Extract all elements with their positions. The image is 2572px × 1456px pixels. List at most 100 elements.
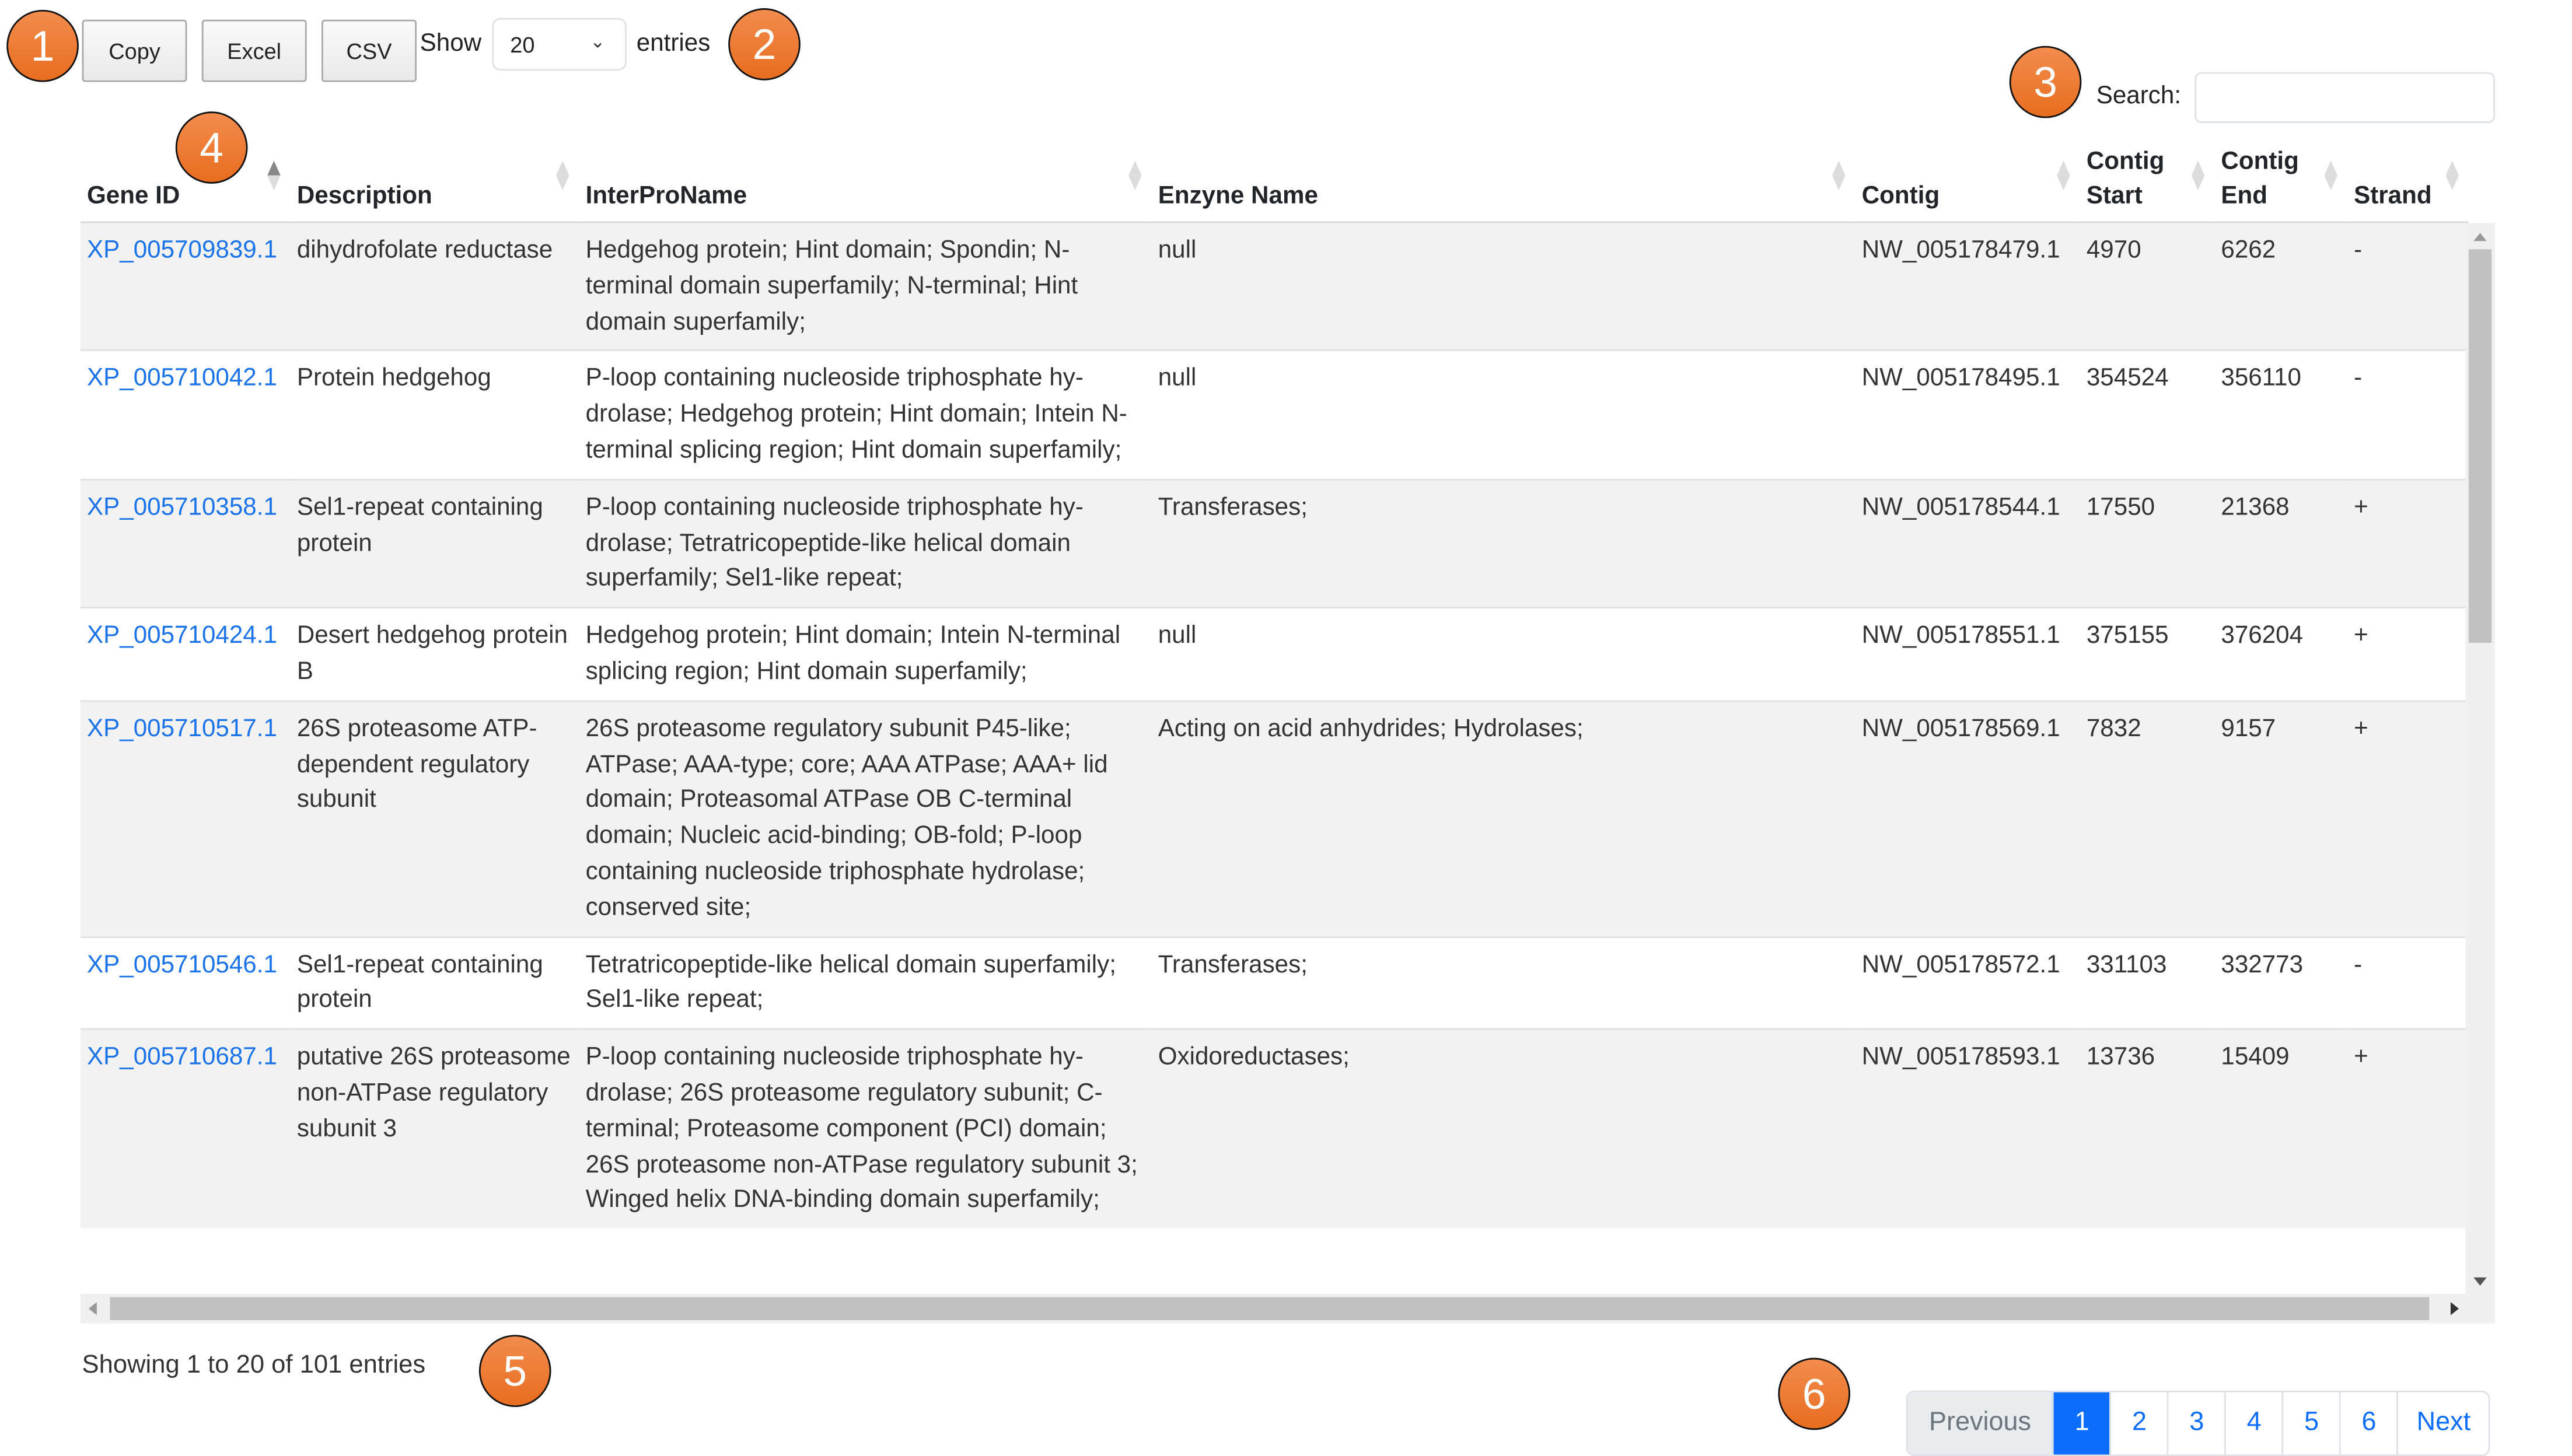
description-cell: Sel1-repeat containing protein (290, 478, 579, 608)
vertical-scroll-thumb[interactable] (2468, 249, 2492, 643)
table-row: XP_005709839.1 dihydrofolate reductase Hed… (80, 221, 2469, 351)
gene-id-link[interactable]: XP_005710424.1 (87, 622, 277, 650)
interpro-name-cell: P-loop containing nucleoside triphosphat… (579, 349, 1152, 480)
strand-cell: - (2347, 935, 2469, 1030)
contig-cell: NW_005178479.1 (1855, 221, 2080, 351)
contig-end-cell: 21368 (2214, 478, 2347, 608)
enzyme-name-cell: Acting on acid anhydrides; Hydrolases; (1151, 699, 1855, 937)
horizontal-scroll-thumb[interactable] (110, 1297, 2430, 1321)
sort-both-icon[interactable] (555, 160, 569, 191)
table-row: XP_005710424.1 Desert hedgehog pro­tein B… (80, 607, 2469, 701)
contig-cell: NW_005178569.1 (1855, 699, 2080, 937)
gene-id-cell: XP_005709839.1 (80, 221, 291, 351)
interpro-name-cell: 26S proteasome regulatory subunit P45-li… (579, 699, 1152, 937)
gene-id-link[interactable]: XP_005710687.1 (87, 1043, 277, 1071)
sort-ascending-icon[interactable] (267, 160, 281, 191)
description-cell: Desert hedgehog pro­tein B (290, 607, 579, 701)
enzyme-name-cell: Transferases; (1151, 478, 1855, 608)
gene-id-cell: XP_005710424.1 (80, 607, 291, 701)
scroll-up-arrow-icon[interactable] (2473, 233, 2487, 242)
entries-label: entries (636, 29, 711, 58)
excel-button[interactable]: Excel (201, 19, 307, 82)
scroll-left-arrow-icon[interactable] (88, 1302, 97, 1315)
gene-id-link[interactable]: XP_005709839.1 (87, 236, 277, 264)
datatable-page: 1 Copy Excel CSV Show 20 ⌄ entries 2 3 S… (0, 0, 2572, 1456)
pagination-next-button[interactable]: Next (2396, 1392, 2489, 1455)
contig-cell: NW_005178551.1 (1855, 607, 2080, 701)
column-header-contig[interactable]: Contig (1855, 131, 2080, 223)
gene-id-link[interactable]: XP_005710546.1 (87, 950, 277, 978)
interpro-name-cell: Hedgehog protein; Hint domain; Spondin; … (579, 221, 1152, 351)
description-cell: putative 26S protea­some non-ATPase reg­… (290, 1028, 579, 1228)
strand-cell: + (2347, 1028, 2469, 1228)
contig-end-cell: 332773 (2214, 935, 2347, 1030)
contig-end-cell: 15409 (2214, 1028, 2347, 1228)
sort-both-icon[interactable] (1128, 160, 1142, 191)
table-header-row: Gene ID Description InterProName Enzyne Nam… (80, 131, 2469, 223)
gene-id-link[interactable]: XP_005710042.1 (87, 365, 277, 393)
pagination-page-6[interactable]: 6 (2339, 1392, 2397, 1455)
table-row: XP_005710042.1 Protein hedgehog P-loop con… (80, 349, 2469, 480)
sort-both-icon[interactable] (2445, 160, 2459, 191)
contig-cell: NW_005178572.1 (1855, 935, 2080, 1030)
contig-end-cell: 376204 (2214, 607, 2347, 701)
table-row: XP_005710358.1 Sel1-repeat containing pro… (80, 478, 2469, 608)
contig-start-cell: 13736 (2080, 1028, 2215, 1228)
column-header-interproname[interactable]: InterProName (579, 131, 1152, 223)
callout-6: 6 (1778, 1357, 1851, 1430)
column-header-enzyne-name[interactable]: Enzyne Name (1151, 131, 1855, 223)
sort-both-icon[interactable] (1832, 160, 1846, 191)
scroll-right-arrow-icon[interactable] (2450, 1302, 2459, 1315)
callout-5: 5 (478, 1335, 551, 1408)
column-header-label: Contig Start (2086, 148, 2165, 210)
horizontal-scrollbar[interactable] (80, 1294, 2495, 1324)
column-header-label: Strand (2354, 182, 2432, 210)
copy-button[interactable]: Copy (82, 19, 187, 82)
pagination-page-3[interactable]: 3 (2167, 1392, 2225, 1455)
vertical-scrollbar[interactable] (2465, 223, 2495, 1296)
enzyme-name-cell: Transferases; (1151, 935, 1855, 1030)
pagination-page-2[interactable]: 2 (2109, 1392, 2168, 1455)
pagination-page-1[interactable]: 1 (2052, 1392, 2110, 1455)
contig-end-cell: 9157 (2214, 699, 2347, 937)
search-input[interactable] (2194, 72, 2495, 123)
column-header-description[interactable]: Description (290, 131, 579, 223)
interpro-name-cell: Tetratricopeptide-like helical domain su… (579, 935, 1152, 1030)
csv-button[interactable]: CSV (321, 19, 417, 82)
callout-2: 2 (728, 8, 801, 80)
contig-start-cell: 375155 (2080, 607, 2215, 701)
pagination-previous-button[interactable]: Previous (1907, 1392, 2053, 1455)
sort-both-icon[interactable] (2057, 160, 2070, 191)
table-row: XP_005710517.1 26S proteasome ATP-depende… (80, 699, 2469, 937)
contig-start-cell: 354524 (2080, 349, 2215, 480)
callout-3: 3 (2009, 46, 2082, 118)
strand-cell: + (2347, 607, 2469, 701)
description-cell: Protein hedgehog (290, 349, 579, 480)
pagination-page-4[interactable]: 4 (2224, 1392, 2283, 1455)
column-header-contig-start[interactable]: Contig Start (2080, 131, 2215, 223)
page-length-value: 20 (510, 32, 535, 57)
contig-start-cell: 17550 (2080, 478, 2215, 608)
contig-end-cell: 6262 (2214, 221, 2347, 351)
enzyme-name-cell: null (1151, 221, 1855, 351)
table-info: Showing 1 to 20 of 101 entries (82, 1351, 426, 1380)
scroll-down-arrow-icon[interactable] (2473, 1277, 2487, 1286)
callout-4: 4 (175, 111, 248, 184)
gene-id-link[interactable]: XP_005710517.1 (87, 715, 277, 743)
page-length-select[interactable]: 20 ⌄ (492, 18, 627, 71)
column-header-label: Contig (1861, 182, 1940, 210)
search-label: Search: (2096, 82, 2182, 110)
table-row: XP_005710687.1 putative 26S protea­some n… (80, 1028, 2469, 1228)
contig-cell: NW_005178544.1 (1855, 478, 2080, 608)
table-row: XP_005710546.1 Sel1-repeat containing pro… (80, 935, 2469, 1030)
pagination-page-5[interactable]: 5 (2282, 1392, 2340, 1455)
enzyme-name-cell: null (1151, 607, 1855, 701)
gene-id-link[interactable]: XP_005710358.1 (87, 494, 277, 522)
interpro-name-cell: P-loop containing nucleoside triphosphat… (579, 478, 1152, 608)
column-header-strand[interactable]: Strand (2347, 131, 2469, 223)
column-header-contig-end[interactable]: Contig End (2214, 131, 2347, 223)
sort-both-icon[interactable] (2324, 160, 2337, 191)
gene-table-scroll-area[interactable]: Gene ID Description InterProName Enzyne Nam… (80, 131, 2495, 1324)
interpro-name-cell: P-loop containing nucleoside triphosphat… (579, 1028, 1152, 1228)
sort-both-icon[interactable] (2191, 160, 2205, 191)
